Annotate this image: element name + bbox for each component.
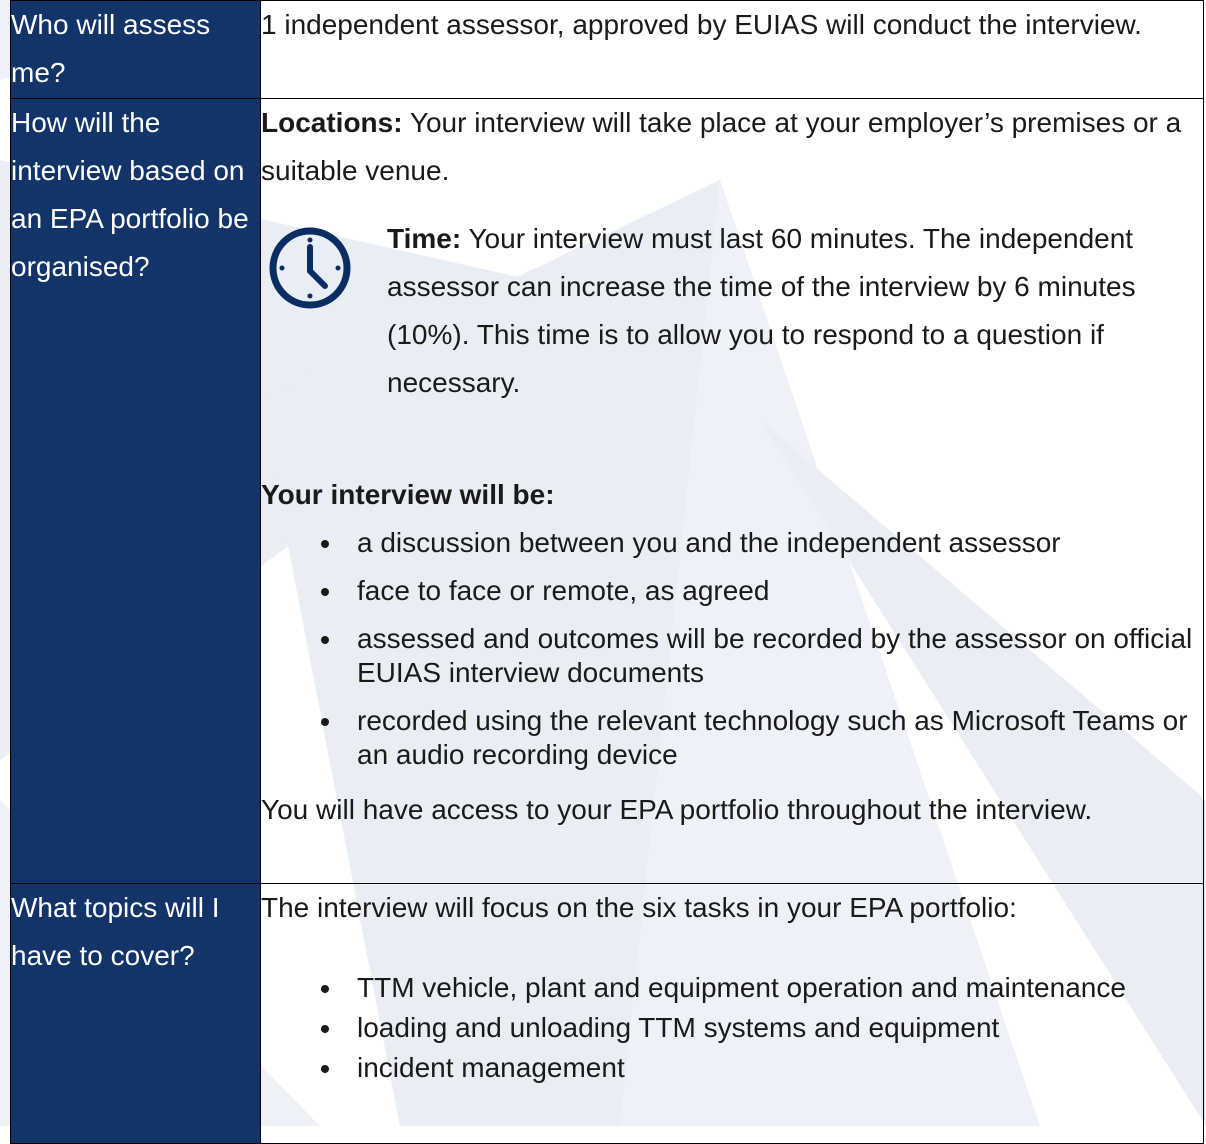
time-paragraph: Time: Your interview must last 60 minute… [387,215,1203,407]
table-row: Who will assess me? 1 independent assess… [10,0,1204,99]
clock-icon [269,227,351,309]
list-item: loading and unloading TTM systems and eq… [321,1008,1203,1048]
question-cell: Who will assess me? [10,0,261,99]
answer-cell: Locations: Your interview will take plac… [260,98,1204,884]
topics-intro: The interview will focus on the six task… [261,892,1017,923]
answer-cell: The interview will focus on the six task… [260,883,1204,1144]
list-item: recorded using the relevant technology s… [321,697,1203,779]
interview-bullet-list: a discussion between you and the indepen… [261,519,1203,779]
table-row: How will the interview based on an EPA p… [10,98,1204,884]
question-cell: How will the interview based on an EPA p… [10,98,261,884]
question-cell: What topics will I have to cover? [10,883,261,1144]
epa-info-table: Who will assess me? 1 independent assess… [10,0,1204,1144]
answer-cell: 1 independent assessor, approved by EUIA… [260,0,1204,99]
locations-label: Locations: [261,107,403,138]
time-block: Time: Your interview must last 60 minute… [261,215,1203,407]
list-item: assessed and outcomes will be recorded b… [321,615,1203,697]
locations-paragraph: Locations: Your interview will take plac… [261,99,1203,195]
closing-paragraph: You will have access to your EPA portfol… [261,794,1093,825]
tasks-bullet-list: TTM vehicle, plant and equipment operati… [261,968,1203,1088]
list-item: TTM vehicle, plant and equipment operati… [321,968,1203,1008]
assessor-answer: 1 independent assessor, approved by EUIA… [261,9,1142,40]
list-item: a discussion between you and the indepen… [321,519,1203,567]
list-item: incident management [321,1048,1203,1088]
list-item: face to face or remote, as agreed [321,567,1203,615]
time-text: Your interview must last 60 minutes. The… [387,223,1136,398]
table-row: What topics will I have to cover? The in… [10,883,1204,1144]
time-label: Time: [387,223,462,254]
list-heading: Your interview will be: [261,479,555,510]
